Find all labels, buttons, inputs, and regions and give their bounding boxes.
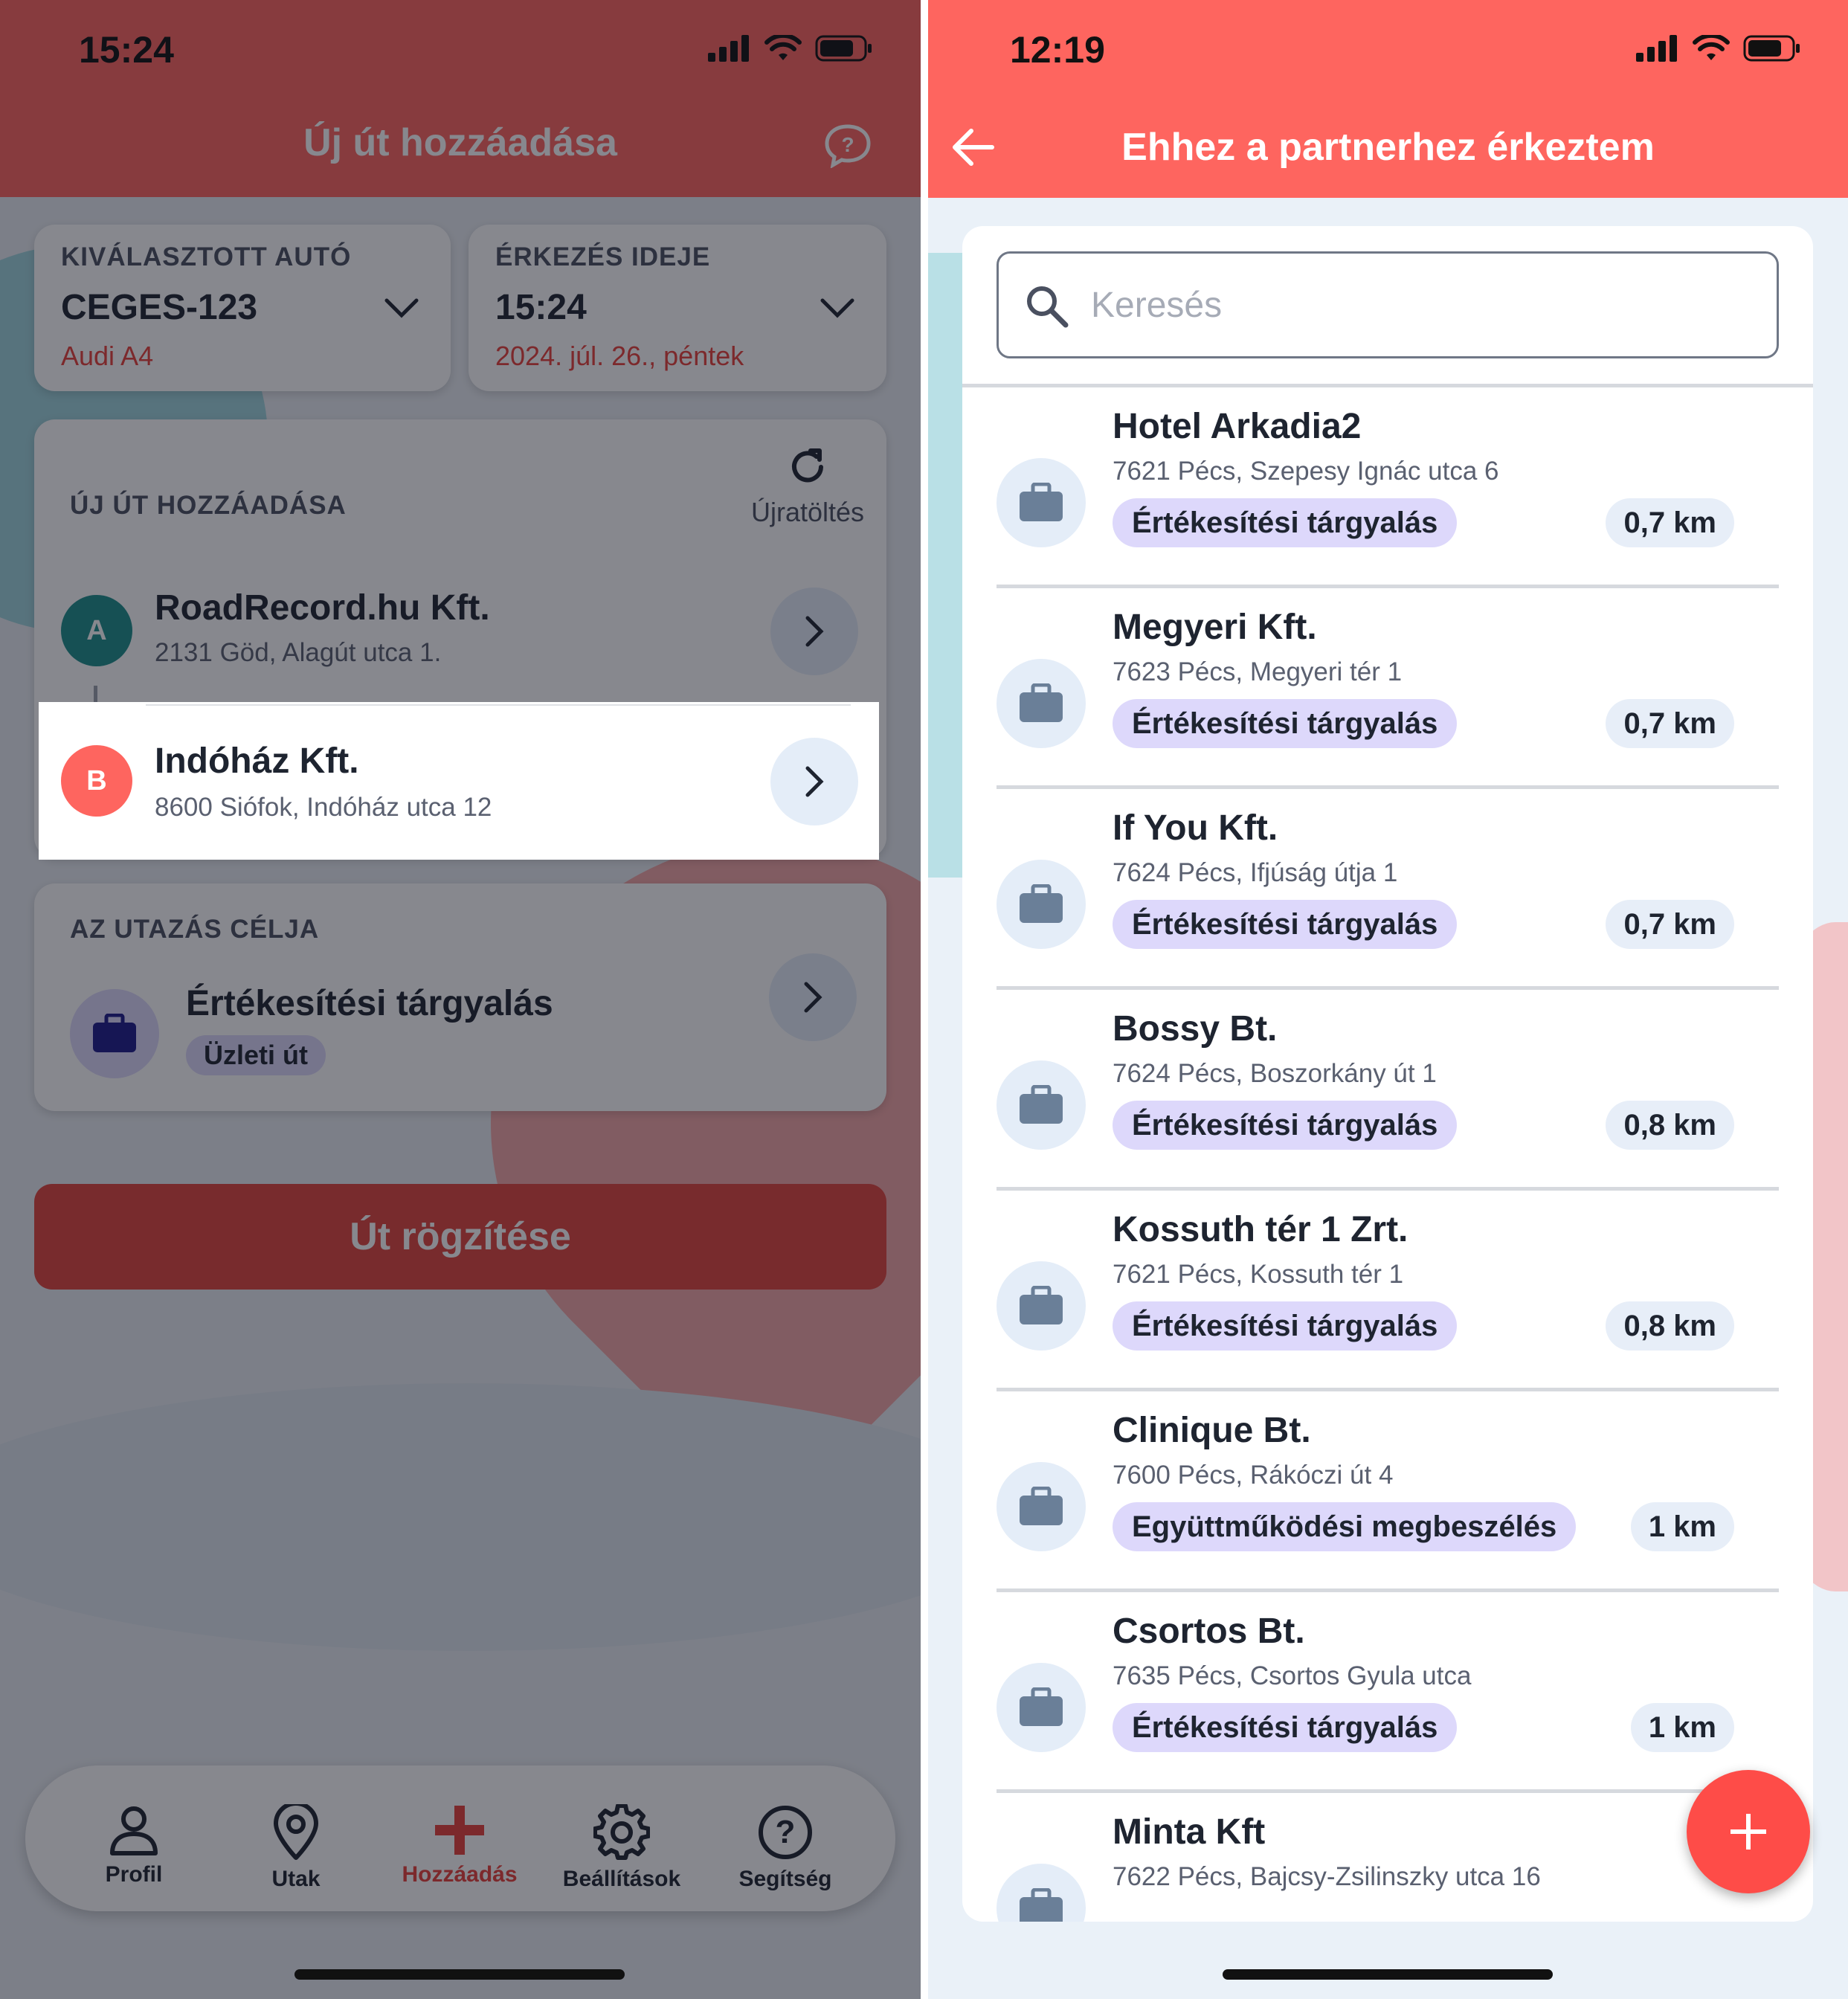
row-divider: [997, 1187, 1779, 1191]
partner-address: 7623 Pécs, Megyeri tér 1: [1113, 657, 1403, 686]
row-divider: [997, 1388, 1779, 1391]
wifi-icon: [1693, 35, 1730, 60]
partner-distance: 1 km: [1630, 1502, 1734, 1551]
partner-purpose-tag: Értékesítési tárgyalás: [1113, 498, 1458, 547]
partner-address: 7622 Pécs, Bajcsy-Zsilinszky utca 16: [1113, 1862, 1541, 1891]
partner-avatar: [997, 659, 1086, 748]
partner-address: 7624 Pécs, Ifjúság útja 1: [1113, 858, 1398, 887]
cellular-signal-icon: [1636, 35, 1677, 62]
partner-avatar: [997, 1864, 1086, 1922]
stop-name: Indóház Kft.: [155, 741, 359, 781]
screen-divider: [921, 0, 928, 1999]
left-screen: 15:24 Új út hozzáadása ? KIVÁLASZTOTT AU…: [0, 0, 921, 1999]
route-stop-b[interactable]: B Indóház Kft. 8600 Siófok, Indóház utca…: [39, 702, 879, 860]
partner-distance: 0,7 km: [1606, 699, 1734, 748]
partner-avatar: [997, 1663, 1086, 1752]
row-divider: [997, 1588, 1779, 1592]
partner-name: Kossuth tér 1 Zrt.: [1113, 1210, 1408, 1249]
briefcase-icon: [1020, 1487, 1063, 1525]
partner-purpose-tag: Értékesítési tárgyalás: [1113, 1101, 1458, 1150]
home-indicator: [1223, 1969, 1553, 1980]
partner-distance: 0,8 km: [1606, 1301, 1734, 1351]
status-icons: [1636, 34, 1801, 62]
briefcase-icon: [1020, 1085, 1063, 1124]
plus-icon: [1731, 1814, 1766, 1850]
right-screen: 12:19 Ehhez a partnerhez érkeztem Keresé…: [928, 0, 1848, 1999]
partner-name: Bossy Bt.: [1113, 1009, 1278, 1049]
partner-avatar: [997, 860, 1086, 949]
partner-name: If You Kft.: [1113, 808, 1278, 848]
partner-list-item[interactable]: Minta Kft 7622 Pécs, Bajcsy-Zsilinszky ut…: [997, 1789, 1779, 1922]
search-input[interactable]: Keresés: [997, 251, 1779, 358]
partner-list-item[interactable]: Csortos Bt. 7635 Pécs, Csortos Gyula utca…: [997, 1588, 1779, 1789]
home-indicator: [294, 1969, 625, 1980]
partner-address: 7621 Pécs, Kossuth tér 1: [1113, 1260, 1404, 1289]
row-divider: [997, 785, 1779, 789]
partner-list-item[interactable]: If You Kft. 7624 Pécs, Ifjúság útja 1 Érté…: [997, 785, 1779, 986]
partner-address: 7635 Pécs, Csortos Gyula utca: [1113, 1661, 1472, 1690]
partner-avatar: [997, 1060, 1086, 1150]
briefcase-icon: [1020, 483, 1063, 521]
partner-list-item[interactable]: Clinique Bt. 7600 Pécs, Rákóczi út 4 Együt…: [997, 1388, 1779, 1588]
partner-address: 7624 Pécs, Boszorkány út 1: [1113, 1059, 1437, 1088]
briefcase-icon: [1020, 1888, 1063, 1922]
partner-name: Hotel Arkadia2: [1113, 407, 1362, 446]
partner-name: Megyeri Kft.: [1113, 608, 1317, 647]
partner-address: 7621 Pécs, Szepesy Ignác utca 6: [1113, 457, 1499, 486]
partner-list-item[interactable]: Megyeri Kft. 7623 Pécs, Megyeri tér 1 Érté…: [997, 585, 1779, 785]
partner-name: Minta Kft: [1113, 1812, 1266, 1852]
partner-list-item[interactable]: Bossy Bt. 7624 Pécs, Boszorkány út 1 Érték…: [997, 986, 1779, 1187]
battery-icon: [1743, 35, 1800, 62]
row-divider: [146, 704, 851, 706]
partner-purpose-tag: Értékesítési tárgyalás: [1113, 900, 1458, 949]
partner-list-card: Keresés Hotel Arkadia2 7621 Pécs, Szepesy…: [962, 226, 1813, 1922]
dim-overlay: [0, 0, 921, 1999]
stop-b-open-button[interactable]: [770, 738, 858, 825]
partner-purpose-tag: Együttműködési megbeszélés: [1113, 1502, 1577, 1551]
partner-avatar: [997, 458, 1086, 547]
stop-address: 8600 Siófok, Indóház utca 12: [155, 793, 492, 822]
partner-name: Clinique Bt.: [1113, 1411, 1311, 1450]
row-divider: [997, 986, 1779, 990]
briefcase-icon: [1020, 683, 1063, 722]
partner-distance: 0,7 km: [1606, 498, 1734, 547]
page-title: Ehhez a partnerhez érkeztem: [1121, 126, 1655, 169]
briefcase-icon: [1020, 884, 1063, 923]
app-header: 12:19 Ehhez a partnerhez érkeztem: [928, 0, 1848, 198]
search-icon: [1027, 286, 1069, 328]
add-partner-button[interactable]: [1687, 1770, 1810, 1893]
briefcase-icon: [1020, 1687, 1063, 1726]
partner-avatar: [997, 1261, 1086, 1351]
stop-badge-b: B: [61, 745, 132, 817]
partner-purpose-tag: Értékesítési tárgyalás: [1113, 1703, 1458, 1752]
row-divider: [997, 1789, 1779, 1793]
partner-name: Csortos Bt.: [1113, 1612, 1305, 1651]
row-divider: [997, 585, 1779, 588]
partner-list-item[interactable]: Hotel Arkadia2 7621 Pécs, Szepesy Ignác u…: [997, 384, 1779, 585]
partner-purpose-tag: Értékesítési tárgyalás: [1113, 1301, 1458, 1351]
briefcase-icon: [1020, 1286, 1063, 1324]
chevron-right-icon: [805, 766, 824, 797]
partner-distance: 0,7 km: [1606, 900, 1734, 949]
partner-address: 7600 Pécs, Rákóczi út 4: [1113, 1461, 1394, 1490]
partner-distance: 1 km: [1630, 1703, 1734, 1752]
partner-list-item[interactable]: Kossuth tér 1 Zrt. 7621 Pécs, Kossuth tér…: [997, 1187, 1779, 1388]
status-time: 12:19: [1010, 29, 1105, 71]
partner-purpose-tag: Értékesítési tárgyalás: [1113, 699, 1458, 748]
search-placeholder: Keresés: [1091, 286, 1223, 325]
partner-avatar: [997, 1462, 1086, 1551]
partner-distance: 0,8 km: [1606, 1101, 1734, 1150]
